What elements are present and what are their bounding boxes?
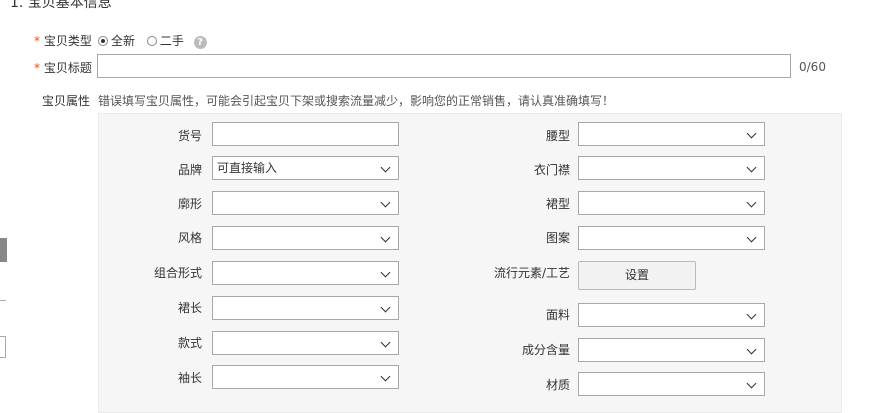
attr-label-closure: 衣门襟 (533, 163, 570, 177)
chevron-down-icon (380, 302, 391, 313)
skirt-length-select[interactable] (212, 296, 399, 320)
left-edge-box (0, 336, 6, 358)
chevron-down-icon (746, 232, 757, 243)
question-icon[interactable]: ? (193, 36, 207, 49)
attr-label-style: 风格 (177, 231, 202, 245)
item-type-label: * 宝贝类型 (34, 32, 92, 49)
attr-label-combination: 组合形式 (153, 266, 202, 280)
composition-select[interactable] (578, 338, 765, 362)
section-title: 1. 宝贝基本信息 (10, 0, 112, 11)
attr-label-material: 材质 (545, 378, 570, 392)
attr-label-silhouette: 廓形 (177, 197, 202, 211)
pattern-select[interactable] (578, 226, 765, 250)
item-type-label-text: 宝贝类型 (43, 34, 92, 48)
item-title-input[interactable] (97, 54, 791, 78)
skirt-type-select[interactable] (578, 191, 765, 215)
item-title-label-text: 宝贝标题 (43, 61, 92, 75)
attributes-warning: 错误填写宝贝属性，可能会引起宝贝下架或搜索流量减少，影响您的正常销售，请认真准确… (98, 94, 615, 108)
attr-label-skirt-type: 裙型 (545, 197, 570, 211)
chevron-down-icon (746, 309, 757, 320)
radio-new-label: 全新 (111, 34, 136, 48)
chevron-down-icon (746, 128, 757, 139)
waist-select[interactable] (578, 122, 765, 146)
radio-used-dot[interactable] (146, 36, 157, 46)
item-type-radio-group: 全新 二手 ? (98, 32, 207, 49)
attr-label-sku: 货号 (177, 129, 202, 143)
design-select[interactable] (212, 331, 399, 355)
radio-new-dot[interactable] (98, 36, 108, 46)
closure-select[interactable] (578, 156, 765, 180)
required-mark: * (34, 34, 40, 48)
chevron-down-icon (380, 267, 391, 278)
radio-used-label: 二手 (159, 34, 184, 48)
required-mark: * (34, 61, 40, 75)
chevron-down-icon (746, 378, 757, 389)
attr-label-fabric: 面料 (545, 308, 570, 322)
style-select[interactable] (212, 226, 399, 250)
fabric-select[interactable] (578, 303, 765, 327)
attr-label-trend-elements: 流行元素/工艺 (493, 266, 570, 280)
attr-label-skirt-length: 裙长 (177, 301, 202, 315)
attr-label-pattern: 图案 (545, 231, 570, 245)
sleeve-length-select[interactable] (212, 365, 399, 389)
brand-select-value: 可直接输入 (217, 161, 278, 175)
chevron-down-icon (380, 162, 391, 173)
sku-input[interactable] (212, 122, 399, 146)
attr-label-waist: 腰型 (545, 129, 570, 143)
chevron-down-icon (380, 197, 391, 208)
brand-select[interactable]: 可直接输入 (212, 156, 399, 180)
attributes-label: 宝贝属性 (42, 94, 91, 108)
chevron-down-icon (746, 162, 757, 173)
left-edge-divider (0, 300, 6, 315)
attr-label-design: 款式 (177, 336, 202, 350)
radio-used[interactable]: 二手 (146, 34, 184, 48)
left-edge-tab (0, 238, 7, 262)
title-char-counter: 0/60 (799, 60, 826, 74)
item-title-label: * 宝贝标题 (34, 59, 92, 76)
chevron-down-icon (380, 232, 391, 243)
trend-elements-settings-button[interactable]: 设置 (578, 261, 696, 290)
chevron-down-icon (746, 344, 757, 355)
attr-label-composition: 成分含量 (521, 343, 570, 357)
attr-label-sleeve-length: 袖长 (177, 371, 202, 385)
material-select[interactable] (578, 372, 765, 396)
chevron-down-icon (380, 371, 391, 382)
combination-select[interactable] (212, 261, 399, 285)
silhouette-select[interactable] (212, 191, 399, 215)
chevron-down-icon (746, 197, 757, 208)
radio-new[interactable]: 全新 (98, 34, 135, 48)
attr-label-brand: 品牌 (177, 163, 202, 177)
chevron-down-icon (380, 337, 391, 348)
